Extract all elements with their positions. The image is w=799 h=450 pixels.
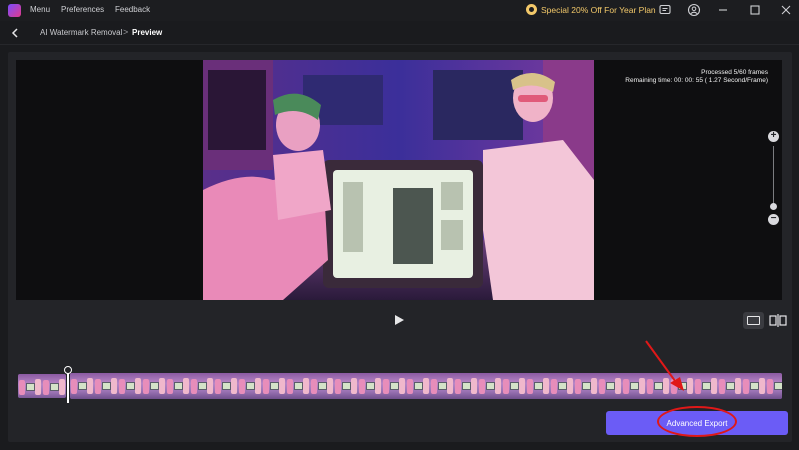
remaining-time-text: Remaining time: 00: 00: 55 ( 1.27 Second… <box>625 77 768 84</box>
single-view-icon <box>747 316 760 325</box>
close-icon[interactable] <box>779 3 793 17</box>
timeline-frame <box>358 373 382 399</box>
timeline-frame <box>598 373 622 399</box>
timeline-frame <box>766 373 782 399</box>
timeline-frame <box>406 373 430 399</box>
processed-frames-text: Processed 5/60 frames <box>701 69 768 76</box>
timeline-frame <box>382 373 406 399</box>
playhead-handle[interactable] <box>64 366 72 374</box>
title-bar: Menu Preferences Feedback Special 20% Of… <box>0 0 799 21</box>
timeline-frame <box>70 373 94 399</box>
breadcrumb: AI Watermark Removal > Preview <box>0 21 799 45</box>
play-icon[interactable] <box>395 315 404 325</box>
timeline-frame <box>214 373 238 399</box>
menu-button[interactable]: Menu <box>30 5 50 14</box>
compare-view-button[interactable] <box>769 313 787 328</box>
timeline-frame <box>166 373 190 399</box>
timeline-frame <box>502 373 526 399</box>
zoom-out-button[interactable]: − <box>768 214 779 225</box>
app-logo-icon <box>8 4 21 17</box>
timeline-frame <box>262 373 286 399</box>
timeline-clip-thumb[interactable] <box>18 374 66 398</box>
timeline-frame <box>478 373 502 399</box>
timeline-frame <box>742 373 766 399</box>
timeline-frame <box>94 373 118 399</box>
single-view-button[interactable] <box>743 312 764 329</box>
zoom-slider-handle[interactable] <box>770 203 777 210</box>
page-title: Preview <box>132 28 163 37</box>
back-arrow-icon[interactable] <box>9 26 21 40</box>
timeline-frame <box>550 373 574 399</box>
timeline-frame <box>430 373 454 399</box>
timeline-frame <box>310 373 334 399</box>
zoom-in-button[interactable]: + <box>768 131 779 142</box>
chat-icon[interactable] <box>658 3 672 17</box>
timeline-frame <box>526 373 550 399</box>
timeline-frame <box>190 373 214 399</box>
timeline-frame <box>142 373 166 399</box>
feedback-button[interactable]: Feedback <box>115 5 150 14</box>
timeline-frame <box>574 373 598 399</box>
timeline-frame <box>694 373 718 399</box>
annotation-circle <box>657 406 737 437</box>
promo-banner[interactable]: Special 20% Off For Year Plan <box>526 4 656 15</box>
processing-status: Processed 5/60 frames Remaining time: 00… <box>625 69 768 85</box>
minimize-icon[interactable] <box>716 3 730 17</box>
video-preview <box>203 60 594 300</box>
timeline-frame <box>454 373 478 399</box>
timeline-frame <box>118 373 142 399</box>
timeline-frame <box>334 373 358 399</box>
breadcrumb-parent[interactable]: AI Watermark Removal <box>40 28 122 37</box>
breadcrumb-separator: > <box>123 27 129 37</box>
timeline-frame <box>238 373 262 399</box>
annotation-arrow <box>640 335 690 395</box>
split-view-icon <box>769 314 787 327</box>
timeline-frame <box>718 373 742 399</box>
account-icon[interactable] <box>687 3 701 17</box>
preferences-button[interactable]: Preferences <box>61 5 104 14</box>
timeline-frame <box>286 373 310 399</box>
promo-text: Special 20% Off For Year Plan <box>541 4 656 15</box>
maximize-icon[interactable] <box>748 3 762 17</box>
gift-icon <box>526 4 537 15</box>
zoom-slider-track[interactable] <box>773 146 774 208</box>
